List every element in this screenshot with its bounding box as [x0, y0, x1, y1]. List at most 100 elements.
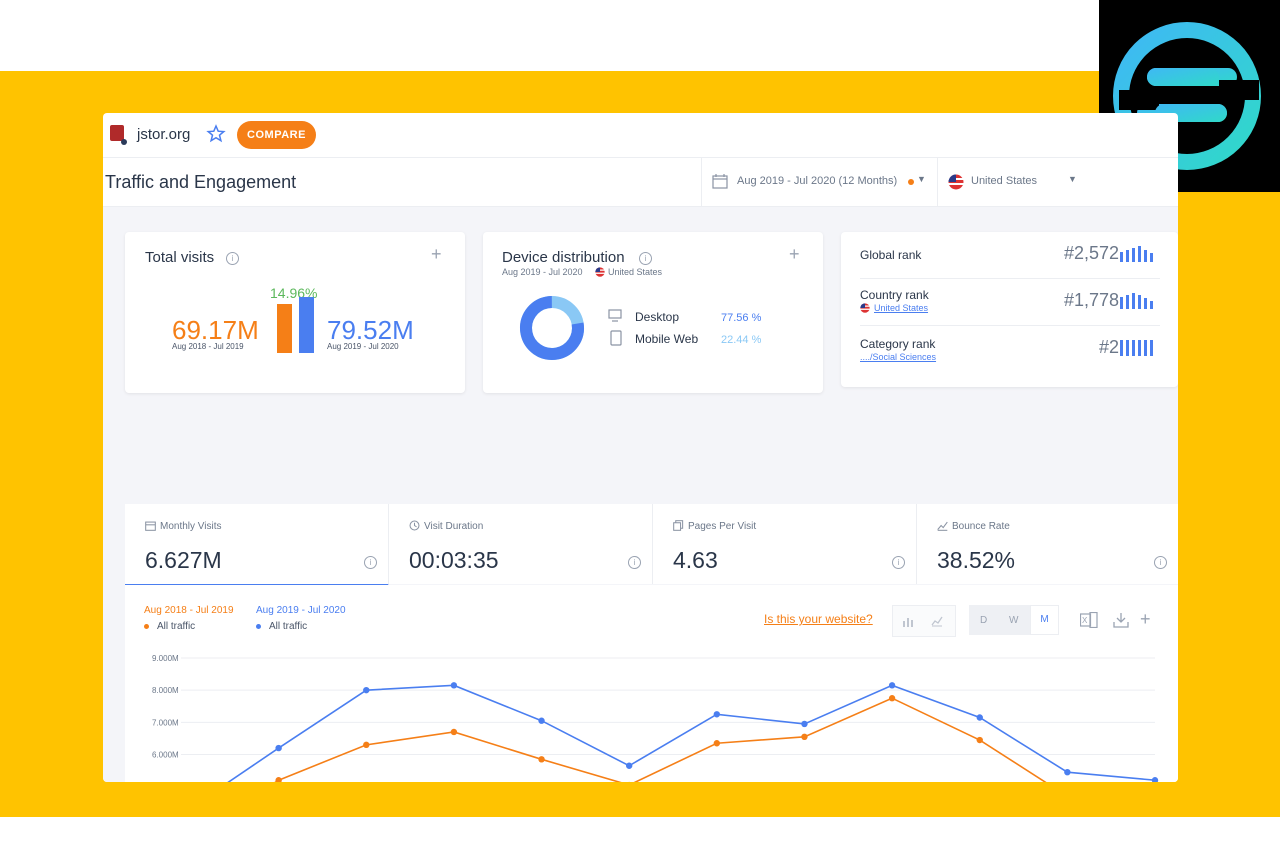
- traffic-line-chart: 3.000M4.000M5.000M6.000M7.000M8.000M9.00…: [152, 654, 1159, 782]
- y-tick-label: 7.000M: [152, 718, 179, 727]
- tab-visit-duration[interactable]: Visit Duration 00:03:35 i: [389, 504, 653, 584]
- data-point[interactable]: [888, 695, 896, 702]
- device-subtitle-country: United States: [608, 267, 663, 277]
- info-icon[interactable]: i: [364, 556, 377, 569]
- curr-period-label: Aug 2019 - Jul 2020: [327, 342, 399, 351]
- country-rank-row: Country rank United States #1,778: [860, 279, 1160, 326]
- data-point[interactable]: [1064, 768, 1071, 776]
- title-bar: Traffic and Engagement Aug 2019 - Jul 20…: [103, 158, 1178, 207]
- metric-label: Visit Duration: [424, 521, 484, 532]
- data-point[interactable]: [976, 736, 983, 744]
- chevron-down-icon: ▼: [917, 174, 926, 184]
- comparison-dot: [908, 179, 914, 185]
- data-point[interactable]: [538, 756, 545, 763]
- metric-value: 00:03:35: [409, 547, 499, 573]
- data-point[interactable]: [976, 714, 983, 721]
- device-distribution-card: Device distribution i + Aug 2019 - Jul 2…: [483, 232, 823, 393]
- desktop-value: 77.56 %: [721, 312, 762, 324]
- rank-country-link[interactable]: United States: [874, 303, 928, 313]
- page-title: Traffic and Engagement: [105, 172, 297, 192]
- data-point[interactable]: [363, 741, 370, 749]
- data-point[interactable]: [1151, 777, 1159, 782]
- data-point[interactable]: [801, 720, 808, 728]
- rank-bars-icon: [1120, 246, 1153, 262]
- rank-value: #2: [1098, 337, 1119, 357]
- us-flag-icon: [948, 174, 964, 190]
- data-point[interactable]: [450, 682, 458, 689]
- tab-monthly-visits[interactable]: Monthly Visits 6.627M i: [125, 504, 389, 586]
- metric-value: 6.627M: [145, 547, 222, 573]
- data-point[interactable]: [888, 682, 896, 689]
- rank-value: #2,572: [1063, 243, 1119, 263]
- data-point[interactable]: [450, 728, 458, 736]
- data-point[interactable]: [275, 777, 282, 782]
- metric-value: 38.52%: [937, 547, 1016, 573]
- metric-value: 4.63: [673, 547, 718, 573]
- compare-button[interactable]: COMPARE: [237, 121, 316, 149]
- data-point[interactable]: [275, 744, 282, 752]
- metric-label: Pages Per Visit: [688, 521, 757, 532]
- site-name[interactable]: jstor.org: [137, 126, 190, 143]
- calendar-icon: [712, 174, 728, 189]
- data-point[interactable]: [363, 686, 370, 694]
- star-icon[interactable]: [206, 124, 226, 144]
- prev-period-label: Aug 2018 - Jul 2019: [172, 342, 244, 351]
- ranks-card: Global rank #2,572 Country rank United S…: [841, 232, 1178, 387]
- metrics-tabs: Monthly Visits 6.627M i Visit Duration 0…: [125, 504, 1178, 586]
- content-area: Total visits i + 14.96% 69.17M Aug 2018 …: [103, 207, 1178, 782]
- y-tick-label: 8.000M: [152, 686, 179, 695]
- traffic-chart-section: Aug 2018 - Jul 2019 All traffic Aug 2019…: [125, 585, 1178, 782]
- info-icon[interactable]: i: [1154, 556, 1167, 569]
- mobile-value: 22.44 %: [721, 334, 762, 346]
- rank-label: Global rank: [860, 248, 922, 262]
- bounce-icon: [937, 521, 948, 531]
- prev-visits-bar: [277, 304, 292, 353]
- device-donut-chart: [520, 296, 584, 360]
- us-flag-icon: [595, 267, 605, 277]
- card-title: Device distribution: [502, 249, 625, 266]
- calendar-icon: [145, 521, 156, 531]
- data-point[interactable]: [801, 733, 808, 741]
- desktop-label: Desktop: [635, 310, 680, 324]
- data-point[interactable]: [713, 711, 721, 718]
- data-point[interactable]: [713, 740, 721, 747]
- date-range-text: Aug 2019 - Jul 2020 (12 Months): [737, 175, 898, 187]
- dashboard-panel: jstor.org COMPARE Traffic and Engagement…: [103, 113, 1178, 782]
- mobile-icon: [610, 330, 622, 346]
- data-point[interactable]: [538, 717, 545, 724]
- chevron-down-icon: ▼: [1068, 174, 1077, 184]
- plus-icon[interactable]: +: [431, 244, 442, 265]
- info-icon[interactable]: i: [226, 252, 239, 265]
- device-subtitle: Aug 2019 - Jul 2020: [502, 267, 583, 277]
- rank-bars-icon: [1120, 293, 1153, 309]
- clock-icon: [409, 520, 420, 531]
- info-icon[interactable]: i: [628, 556, 641, 569]
- pages-icon: [673, 520, 684, 531]
- mobile-label: Mobile Web: [635, 332, 699, 346]
- us-flag-icon: [860, 303, 870, 313]
- rank-category-link[interactable]: ..../Social Sciences: [860, 352, 936, 362]
- global-rank-row: Global rank #2,572: [860, 232, 1160, 279]
- metric-label: Monthly Visits: [160, 521, 222, 532]
- y-tick-label: 9.000M: [152, 654, 179, 663]
- country-text: United States: [971, 175, 1038, 187]
- info-icon[interactable]: i: [639, 252, 652, 265]
- tab-pages-per-visit[interactable]: Pages Per Visit 4.63 i: [653, 504, 917, 584]
- date-range-picker[interactable]: Aug 2019 - Jul 2020 (12 Months) ▼: [701, 158, 937, 206]
- desktop-icon: [608, 309, 622, 322]
- data-point[interactable]: [625, 762, 633, 769]
- site-header: jstor.org COMPARE: [103, 113, 1178, 158]
- card-title: Total visits: [145, 249, 215, 266]
- curr-visits-bar: [299, 297, 314, 353]
- plus-icon[interactable]: +: [789, 244, 800, 265]
- y-tick-label: 6.000M: [152, 751, 179, 760]
- category-rank-row: Category rank ..../Social Sciences #2: [860, 326, 1160, 376]
- favicon-badge: [121, 139, 127, 145]
- country-picker[interactable]: United States ▼: [937, 158, 1088, 206]
- info-icon[interactable]: i: [892, 556, 905, 569]
- rank-label: Category rank: [860, 337, 936, 351]
- rank-value: #1,778: [1063, 290, 1119, 310]
- series-line-1: [227, 684, 1156, 782]
- metric-label: Bounce Rate: [952, 521, 1010, 532]
- tab-bounce-rate[interactable]: Bounce Rate 38.52% i: [917, 504, 1178, 584]
